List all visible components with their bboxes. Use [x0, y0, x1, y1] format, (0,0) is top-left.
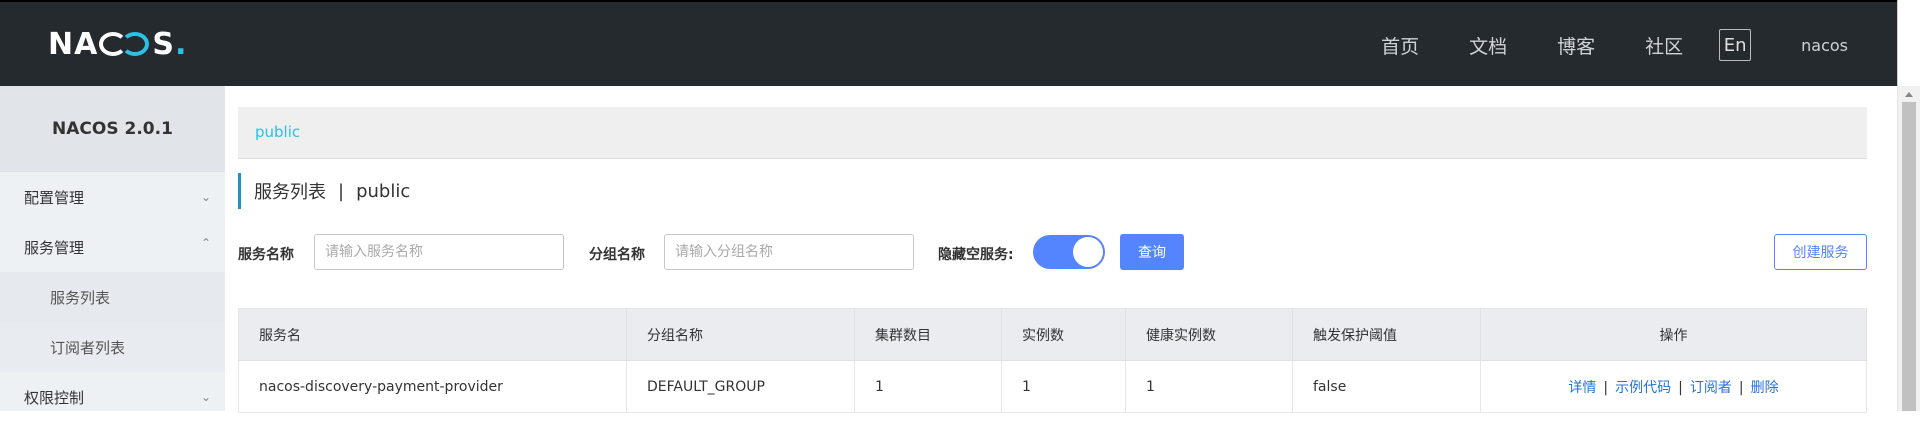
col-protect-threshold: 触发保护阈值 [1292, 308, 1481, 361]
sidebar-item-label: 订阅者列表 [50, 338, 126, 357]
sample-code-link[interactable]: 示例代码 [1615, 380, 1671, 396]
language-toggle-button[interactable]: En [1719, 29, 1752, 61]
col-operations: 操作 [1480, 308, 1867, 361]
main-content: public 服务列表 | public 服务名称 分组名称 隐藏空服务: 查询… [225, 86, 1897, 413]
version-label: NACOS 2.0.1 [0, 86, 225, 172]
service-name-label: 服务名称 [238, 247, 294, 263]
top-nav: 首页 文档 博客 社区 En nacos [1381, 2, 1920, 88]
group-name-input[interactable] [664, 234, 914, 270]
group-name-label: 分组名称 [589, 247, 645, 263]
vertical-scrollbar[interactable] [1897, 86, 1920, 411]
cell-cluster-count: 1 [854, 360, 1002, 413]
cell-service-name: nacos-discovery-payment-provider [238, 360, 627, 413]
cell-healthy-count: 1 [1125, 360, 1293, 413]
op-separator: | [1738, 379, 1744, 396]
hide-empty-toggle[interactable] [1033, 235, 1105, 269]
chevron-down-icon: ⌄ [200, 190, 211, 204]
window-edge [1897, 0, 1920, 86]
logo-co-mark-icon [99, 30, 151, 58]
sidebar-item-service-list[interactable]: 服务列表 [0, 272, 225, 322]
col-service-name: 服务名 [238, 308, 627, 361]
nav-home[interactable]: 首页 [1381, 32, 1419, 59]
cell-protect-threshold: false [1292, 360, 1481, 413]
op-separator: | [1678, 379, 1683, 396]
query-button[interactable]: 查询 [1120, 234, 1184, 270]
subscribers-link[interactable]: 订阅者 [1690, 380, 1732, 396]
scrollbar-thumb[interactable] [1902, 102, 1916, 411]
title-separator: | [338, 180, 345, 202]
col-cluster-count: 集群数目 [854, 308, 1002, 361]
chevron-up-icon: ⌃ [200, 236, 211, 250]
hide-empty-label: 隐藏空服务: [938, 247, 1014, 263]
op-separator: | [1603, 379, 1609, 396]
nav-blog[interactable]: 博客 [1557, 32, 1595, 59]
delete-link[interactable]: 删除 [1751, 380, 1779, 396]
sidebar-item-config-management[interactable]: 配置管理 ⌄ [0, 172, 225, 222]
sidebar-item-label: 配置管理 [24, 188, 85, 207]
toggle-knob [1073, 237, 1103, 267]
col-healthy-instance-count: 健康实例数 [1125, 308, 1293, 361]
sidebar-item-access-control[interactable]: 权限控制 ⌄ [0, 372, 225, 422]
namespace-bar: public [238, 107, 1867, 159]
col-group-name: 分组名称 [626, 308, 855, 361]
sidebar-item-service-management[interactable]: 服务管理 ⌃ [0, 222, 225, 272]
sidebar-item-label: 服务管理 [24, 238, 85, 257]
table-header-row: 服务名 分组名称 集群数目 实例数 健康实例数 触发保护阈值 操作 [238, 308, 1867, 361]
nav-docs[interactable]: 文档 [1469, 32, 1507, 59]
sidebar-item-label: 服务列表 [50, 288, 111, 307]
col-instance-count: 实例数 [1001, 308, 1126, 361]
table-row: nacos-discovery-payment-provider DEFAULT… [238, 360, 1867, 413]
page-title-text: 服务列表 [254, 182, 326, 203]
sidebar: NACOS 2.0.1 配置管理 ⌄ 服务管理 ⌃ 服务列表 订阅者列表 权限控… [0, 86, 225, 411]
service-table: 服务名 分组名称 集群数目 实例数 健康实例数 触发保护阈值 操作 nacos-… [238, 308, 1867, 413]
filter-bar: 服务名称 分组名称 隐藏空服务: 查询 创建服务 [238, 234, 1867, 270]
user-name[interactable]: nacos [1801, 36, 1848, 55]
nacos-logo[interactable]: NA S . [48, 26, 188, 62]
cell-instance-count: 1 [1001, 360, 1126, 413]
service-name-input[interactable] [314, 234, 564, 270]
namespace-public-link[interactable]: public [255, 123, 300, 141]
top-header: NA S . 首页 文档 博客 社区 En nacos [0, 0, 1920, 86]
scroll-up-arrow-icon[interactable] [1905, 92, 1913, 97]
page-title-namespace: public [356, 180, 411, 202]
cell-group-name: DEFAULT_GROUP [626, 360, 855, 413]
sidebar-item-subscriber-list[interactable]: 订阅者列表 [0, 322, 225, 372]
page-title: 服务列表 | public [238, 173, 410, 209]
details-link[interactable]: 详情 [1568, 380, 1596, 396]
sidebar-item-label: 权限控制 [24, 388, 85, 407]
logo-text-end: S [152, 26, 175, 62]
chevron-down-icon: ⌄ [200, 390, 211, 404]
logo-dot: . [174, 26, 188, 62]
logo-text-start: NA [48, 26, 99, 62]
create-service-button[interactable]: 创建服务 [1774, 234, 1867, 270]
nav-community[interactable]: 社区 [1645, 32, 1683, 59]
cell-operations: 详情 | 示例代码 | 订阅者 | 删除 [1480, 360, 1867, 413]
